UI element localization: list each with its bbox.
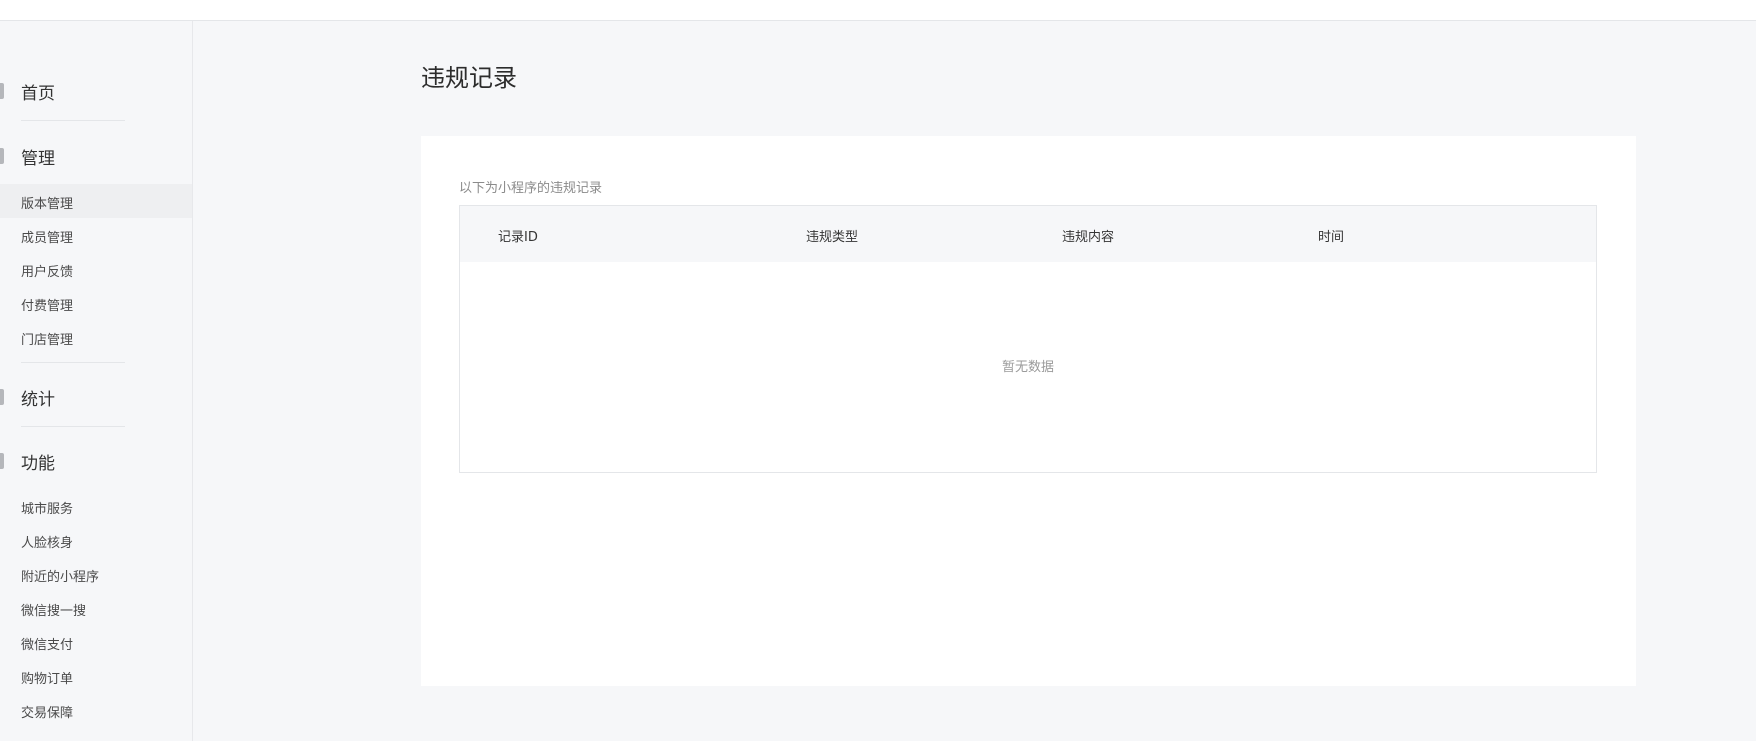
sidebar-item-label: 城市服务 [21, 502, 74, 517]
column-header-record-id: 记录ID [498, 230, 538, 245]
features-icon [0, 453, 4, 469]
sidebar-section-label: 管理 [21, 149, 55, 169]
sidebar-item-label: 付费管理 [21, 299, 74, 314]
sidebar-item-label: 版本管理 [21, 197, 74, 212]
sidebar-item-feedback[interactable]: 用户反馈 [0, 252, 192, 286]
sidebar-section-label: 首页 [21, 84, 55, 104]
sidebar-section-label: 统计 [21, 390, 55, 410]
sidebar-section-manage[interactable]: 管理 [0, 136, 192, 176]
violation-records-card: 以下为小程序的违规记录 记录ID 违规类型 违规内容 时间 暂无数据 [421, 136, 1636, 686]
column-header-violation-content: 违规内容 [1062, 230, 1115, 245]
sidebar-item-label: 用户反馈 [21, 265, 74, 280]
page-title: 违规记录 [421, 64, 517, 92]
home-icon [0, 83, 4, 99]
sidebar-item-wechat-search[interactable]: 微信搜一搜 [0, 591, 192, 625]
sidebar-item-orders[interactable]: 购物订单 [0, 659, 192, 693]
sidebar: 首页 管理 版本管理 成员管理 用户反馈 付费管理 门店管理 统计 功能 城市服… [0, 21, 193, 741]
table-header: 记录ID 违规类型 违规内容 时间 [460, 206, 1596, 262]
sidebar-item-label: 微信搜一搜 [21, 604, 87, 619]
sidebar-section-features[interactable]: 功能 [0, 441, 192, 481]
card-description: 以下为小程序的违规记录 [459, 181, 603, 196]
sidebar-divider [21, 426, 125, 427]
sidebar-item-city-services[interactable]: 城市服务 [0, 489, 192, 523]
empty-state-text: 暂无数据 [1001, 360, 1054, 375]
sidebar-section-home[interactable]: 首页 [0, 71, 192, 111]
column-header-violation-type: 违规类型 [806, 230, 859, 245]
sidebar-item-label: 成员管理 [21, 231, 74, 246]
sidebar-item-payment[interactable]: 付费管理 [0, 286, 192, 320]
sidebar-item-label: 门店管理 [21, 333, 74, 348]
app-logo [0, 0, 90, 6]
sidebar-item-version[interactable]: 版本管理 [0, 184, 192, 218]
sidebar-item-label: 附近的小程序 [21, 570, 100, 585]
sidebar-item-face-verify[interactable]: 人脸核身 [0, 523, 192, 557]
sidebar-item-label: 微信支付 [21, 638, 74, 653]
sidebar-item-trade-guarantee[interactable]: 交易保障 [0, 693, 192, 727]
manage-icon [0, 148, 4, 164]
sidebar-item-label: 购物订单 [21, 672, 74, 687]
column-header-time: 时间 [1318, 230, 1345, 245]
sidebar-section-label: 功能 [21, 454, 55, 474]
sidebar-item-members[interactable]: 成员管理 [0, 218, 192, 252]
top-bar [0, 0, 1756, 21]
sidebar-item-wechat-pay[interactable]: 微信支付 [0, 625, 192, 659]
sidebar-item-label: 人脸核身 [21, 536, 74, 551]
violation-records-table: 记录ID 违规类型 违规内容 时间 暂无数据 [459, 205, 1597, 473]
sidebar-section-stats[interactable]: 统计 [0, 377, 192, 417]
sidebar-item-nearby-miniprogram[interactable]: 附近的小程序 [0, 557, 192, 591]
sidebar-item-label: 交易保障 [21, 706, 74, 721]
sidebar-item-stores[interactable]: 门店管理 [0, 320, 192, 354]
sidebar-divider [21, 362, 125, 363]
stats-icon [0, 389, 4, 405]
sidebar-divider [21, 120, 125, 121]
